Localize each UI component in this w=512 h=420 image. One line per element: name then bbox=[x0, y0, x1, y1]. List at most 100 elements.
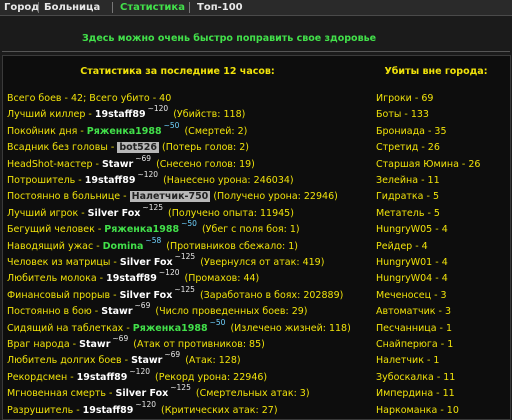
killed-row: Старшая Юмина - 26 bbox=[376, 158, 481, 170]
stat-detail: (Промахов: 44) bbox=[181, 273, 260, 285]
stat-row: Лучший киллер - 19staff89~120 (Убийств: … bbox=[7, 104, 245, 122]
stat-detail: (Заработано в боях: 202889) bbox=[196, 289, 344, 301]
stat-row: Любитель молока - 19staff89~120 (Промахо… bbox=[7, 268, 260, 286]
stat-label: Финансовый прорыв - bbox=[7, 289, 120, 301]
killed-row: Налетчик - 1 bbox=[376, 355, 440, 367]
stat-label: Потрошитель - bbox=[7, 175, 85, 186]
stat-label: Покойник дня - bbox=[7, 125, 87, 137]
stat-row: Финансовый прорыв - Silver Fox~125 (Зара… bbox=[7, 284, 344, 303]
stat-row: Рекордсмен - 19staff89~120 (Рекорд урона… bbox=[7, 366, 268, 385]
player-level: ~69 bbox=[134, 301, 151, 311]
player-name-link[interactable]: 19staff89 bbox=[95, 109, 146, 120]
player-name-link[interactable]: Silver Fox bbox=[116, 388, 169, 399]
stat-row: Постоянно в больнице - Налетчик-750 (Пол… bbox=[7, 189, 338, 204]
killed-row: HungryW05 - 4 bbox=[376, 224, 448, 236]
stats-column-title: Статистика за последние 12 часов: bbox=[80, 66, 275, 77]
stat-detail: (Получено опыта: 11945) bbox=[165, 207, 294, 219]
tab-divider bbox=[189, 2, 190, 13]
player-name-link[interactable]: Ряженка1988 bbox=[104, 224, 179, 235]
divider bbox=[2, 51, 510, 52]
stat-row: Мгновенная смерть - Silver Fox~125 (Смер… bbox=[7, 383, 310, 401]
stat-label: Лучший киллер - bbox=[7, 109, 95, 121]
stat-label: Разрушитель - bbox=[7, 404, 83, 416]
stat-detail: (Получено урона: 22946) bbox=[210, 191, 338, 203]
player-name-link[interactable]: Silver Fox bbox=[88, 208, 141, 219]
stat-label: Постоянно в бою - bbox=[7, 306, 102, 318]
stat-label: Всадник без головы - bbox=[7, 142, 118, 154]
player-name-link[interactable]: 19staff89 bbox=[106, 273, 157, 284]
killed-row: Песчанница - 1 bbox=[376, 322, 453, 334]
player-name-link[interactable]: Stawr bbox=[102, 159, 133, 170]
tab-top100[interactable]: Топ-100 bbox=[197, 1, 243, 14]
stat-row: Бегущий человек - Ряженка1988~50 (Убег с… bbox=[7, 219, 300, 237]
stat-label: Бегущий человек - bbox=[7, 224, 105, 236]
killed-row: Игроки - 69 bbox=[376, 93, 434, 104]
player-name-link[interactable]: Stawr bbox=[79, 339, 110, 350]
stat-detail: (Рекорд урона: 22946) bbox=[152, 371, 268, 383]
killed-row: Гидратка - 5 bbox=[376, 191, 439, 203]
stat-label: Мгновенная смерть - bbox=[7, 388, 116, 400]
stat-detail: (Потерь голов: 2) bbox=[159, 142, 249, 154]
player-name-link[interactable]: 19staff89 bbox=[77, 372, 128, 383]
player-name-link[interactable]: Налетчик-750 bbox=[129, 191, 211, 203]
killed-row: Зубоскалка - 11 bbox=[376, 371, 456, 383]
stat-detail: (Критических атак: 27) bbox=[158, 404, 278, 416]
tab-hospital[interactable]: Больница bbox=[44, 1, 100, 14]
tab-city[interactable]: Город bbox=[4, 1, 39, 14]
player-level: ~120 bbox=[129, 366, 150, 376]
stat-detail: (Атак от противников: 85) bbox=[130, 339, 265, 350]
player-level: ~69 bbox=[135, 153, 152, 163]
stat-label: Враг народа - bbox=[7, 339, 80, 350]
player-name-link[interactable]: Ряженка1988 bbox=[87, 126, 162, 137]
player-level: ~125 bbox=[174, 252, 196, 261]
killed-row: Метатель - 5 bbox=[376, 207, 440, 219]
stat-detail: (Противников сбежало: 1) bbox=[163, 240, 298, 252]
stat-row: Разрушитель - 19staff89~120 (Критических… bbox=[7, 399, 278, 418]
player-name-link[interactable]: 19staff89 bbox=[85, 175, 136, 186]
stat-label: Любитель долгих боев - bbox=[7, 355, 132, 367]
tab-statistics[interactable]: Статистика bbox=[120, 1, 185, 14]
player-level: ~120 bbox=[135, 399, 156, 409]
killed-row: Импердина - 11 bbox=[376, 388, 455, 400]
stat-row: HeadShot-мастер - Stawr~69 (Снесено голо… bbox=[7, 153, 255, 172]
player-level: ~125 bbox=[142, 202, 164, 212]
player-name-link[interactable]: Silver Fox bbox=[120, 257, 173, 268]
stat-detail: (Смертей: 2) bbox=[181, 125, 248, 137]
stat-label: HeadShot-мастер - bbox=[7, 158, 102, 170]
tab-divider bbox=[38, 2, 39, 13]
stat-row: Любитель долгих боев - Stawr~69 (Атак: 1… bbox=[7, 350, 241, 368]
player-name-link[interactable]: Domina bbox=[103, 241, 144, 252]
killed-row: HungryW04 - 4 bbox=[376, 273, 448, 285]
stat-detail: (Атак: 128) bbox=[182, 355, 241, 367]
killed-row: Стретид - 26 bbox=[376, 142, 440, 154]
stat-detail: (Увернулся от атак: 419) bbox=[197, 257, 325, 268]
stat-label: Сидящий на таблетках - bbox=[7, 322, 133, 334]
killed-row: HungryW01 - 4 bbox=[376, 257, 448, 268]
player-name-link[interactable]: 19staff89 bbox=[83, 405, 134, 416]
stat-detail: (Излечено жизней: 118) bbox=[227, 322, 351, 334]
stat-row: Наводящий ужас - Domina~58 (Противников … bbox=[7, 236, 298, 254]
player-level: ~120 bbox=[158, 268, 180, 278]
stat-detail: (Нанесено урона: 246034) bbox=[160, 175, 294, 186]
killed-row: Снайперюга - 1 bbox=[376, 339, 454, 350]
stat-detail: (Снесено голов: 19) bbox=[153, 158, 255, 170]
stat-label: Любитель молока - bbox=[7, 273, 107, 285]
player-level: ~69 bbox=[164, 350, 181, 360]
player-name-link[interactable]: Stawr bbox=[131, 355, 162, 366]
killed-row: Зелейна - 11 bbox=[376, 175, 440, 186]
player-level: ~120 bbox=[137, 170, 159, 179]
player-name-link[interactable]: Stawr bbox=[101, 306, 132, 317]
player-name-link[interactable]: bot526 bbox=[117, 142, 160, 154]
player-name-link[interactable]: Ряженка1988 bbox=[133, 323, 208, 334]
stat-label: Лучший игрок - bbox=[7, 207, 88, 219]
stat-label: Наводящий ужас - bbox=[7, 240, 103, 252]
killed-row: Наркоманка - 10 bbox=[376, 404, 459, 416]
stat-detail: (Число проведенных боев: 29) bbox=[152, 306, 308, 318]
stat-row: Враг народа - Stawr~69 (Атак от противни… bbox=[7, 334, 265, 352]
killed-row: Меченосец - 3 bbox=[376, 289, 447, 301]
player-level: ~125 bbox=[174, 284, 195, 294]
player-level: ~120 bbox=[147, 104, 169, 114]
stat-row: Постоянно в бою - Stawr~69 (Число провед… bbox=[7, 301, 308, 319]
stat-label: Всего боев - 42; Всего убито - 40 bbox=[7, 93, 172, 104]
player-name-link[interactable]: Silver Fox bbox=[120, 290, 173, 301]
